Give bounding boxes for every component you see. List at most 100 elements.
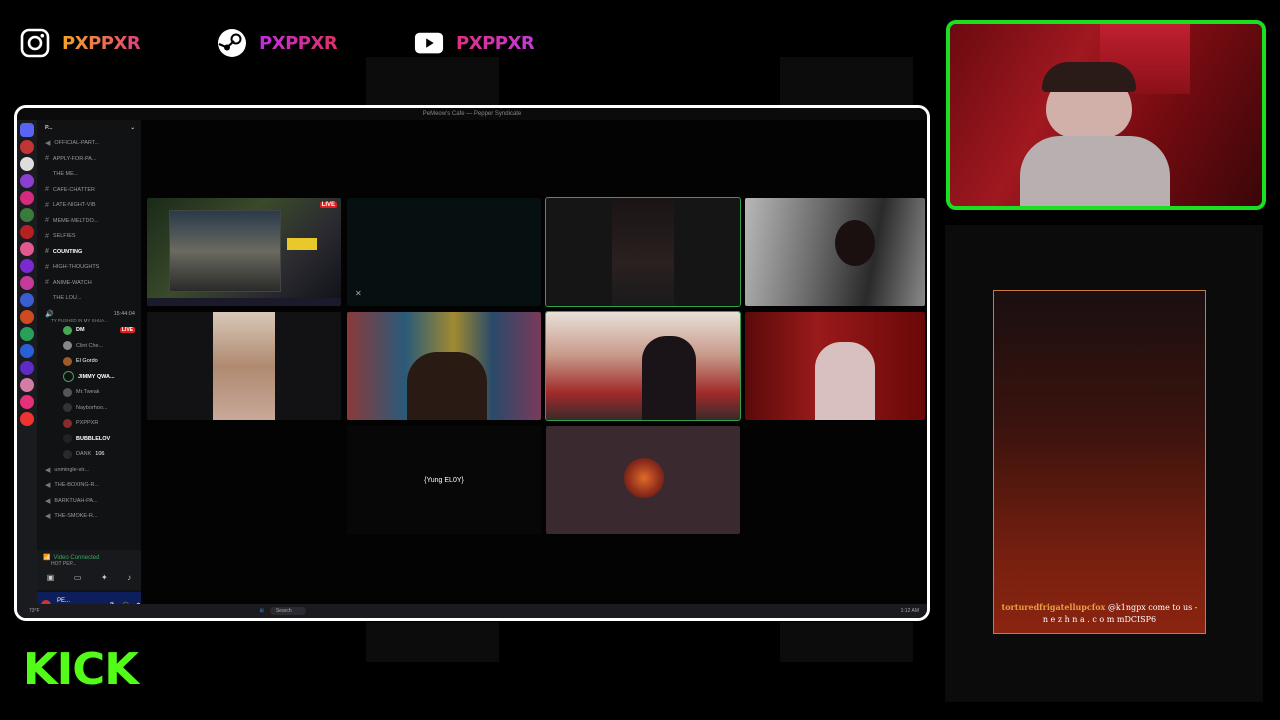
voice-user[interactable]: Nayborhoo... bbox=[37, 400, 141, 416]
speaker-icon: ◀ bbox=[45, 497, 51, 505]
taskbar: 73°F ⊞ Search 1:12 AM bbox=[17, 604, 927, 618]
participant-video bbox=[612, 198, 674, 306]
screen-share-icon[interactable]: ▭ bbox=[74, 573, 82, 582]
video-tile[interactable] bbox=[745, 312, 925, 420]
camera-icon[interactable]: ▣ bbox=[47, 573, 55, 582]
video-tile[interactable] bbox=[147, 312, 341, 420]
clock: 1:12 AM bbox=[900, 608, 919, 614]
stream-overlay bbox=[287, 238, 317, 250]
avatar bbox=[63, 418, 72, 428]
streamer-shirt bbox=[1020, 136, 1170, 206]
video-tile-speaking[interactable] bbox=[545, 311, 741, 421]
channel-item[interactable]: # APPLY-FOR-PA... bbox=[37, 151, 141, 167]
server-icon[interactable] bbox=[20, 191, 34, 205]
chat-overlay: torturedfrigatellupcfox @k1ngpx come to … bbox=[993, 290, 1206, 634]
server-header[interactable]: P... ⌄ bbox=[37, 120, 141, 136]
server-list bbox=[17, 120, 37, 604]
participant-video bbox=[407, 352, 487, 420]
channel-item[interactable]: # CAFE-CHATTER bbox=[37, 182, 141, 198]
avatar bbox=[63, 403, 72, 413]
video-tile-speaking[interactable] bbox=[545, 197, 741, 307]
stream-preview bbox=[169, 210, 281, 292]
channel-category[interactable]: THE LOU... bbox=[37, 291, 141, 307]
server-icon[interactable] bbox=[20, 140, 34, 154]
video-tile[interactable] bbox=[745, 198, 925, 306]
channel-item[interactable]: # HIGH-THOUGHTS bbox=[37, 260, 141, 276]
megaphone-icon: ◀ bbox=[45, 140, 51, 148]
server-icon[interactable] bbox=[20, 293, 34, 307]
voice-user[interactable]: BUBBLELOV bbox=[37, 431, 141, 447]
voice-channel[interactable]: ◀ THE-SMOKE-R... bbox=[37, 509, 141, 525]
server-icon[interactable] bbox=[20, 310, 34, 324]
steam-icon bbox=[217, 28, 247, 58]
speaker-icon: 🔊 bbox=[45, 310, 54, 318]
live-badge: LIVE bbox=[319, 202, 337, 208]
channel-item[interactable]: # SELFIES bbox=[37, 229, 141, 245]
server-icon[interactable] bbox=[20, 395, 34, 409]
participant-video bbox=[835, 220, 875, 266]
voice-channel[interactable]: ◀ THE-BOXING-R... bbox=[37, 478, 141, 494]
server-icon[interactable] bbox=[20, 344, 34, 358]
channel-item[interactable]: ◀ OFFICIAL-PART... bbox=[37, 136, 141, 152]
voice-user[interactable]: DM LIVE bbox=[37, 323, 141, 339]
voice-user[interactable]: Clint Che... bbox=[37, 338, 141, 354]
participant-video bbox=[815, 342, 875, 420]
channel-item[interactable]: # LATE-NIGHT-VIB bbox=[37, 198, 141, 214]
chevron-down-icon[interactable]: ⌄ bbox=[130, 125, 135, 131]
server-icon[interactable] bbox=[20, 412, 34, 426]
voice-subtitle: HOT PEP... bbox=[51, 561, 77, 567]
video-tile[interactable]: {Yung EL0Y} bbox=[347, 426, 541, 534]
channel-category[interactable]: THE ME... bbox=[37, 167, 141, 183]
voice-user-list: DM LIVE Clint Che... El Gordo JIMMY QWA..… bbox=[37, 323, 141, 463]
hash-icon: # bbox=[45, 232, 49, 240]
channel-item[interactable]: # ANIME-WATCH bbox=[37, 275, 141, 291]
mic-muted-icon: ✕ bbox=[355, 289, 362, 298]
voice-user[interactable]: JIMMY QWA... bbox=[37, 369, 141, 385]
voice-user[interactable]: Mr.Tweak bbox=[37, 385, 141, 401]
window-title: PeMeow's Cafe — Pepper Syndicate bbox=[422, 111, 522, 117]
hash-icon: # bbox=[45, 155, 49, 163]
channel-item[interactable]: # MEME-MELTDO... bbox=[37, 213, 141, 229]
social-steam: PXPPXR bbox=[217, 28, 338, 58]
video-grid: LIVE ✕ {Yung EL0Y} bbox=[141, 120, 927, 604]
stream-tile[interactable]: LIVE bbox=[147, 198, 341, 306]
avatar bbox=[63, 387, 72, 397]
channel-sidebar: P... ⌄ ◀ OFFICIAL-PART... # APPLY-FOR-PA..… bbox=[37, 120, 141, 604]
voice-channel[interactable]: ◀ unmingle-str... bbox=[37, 462, 141, 478]
server-icon[interactable] bbox=[20, 242, 34, 256]
activities-icon[interactable]: ✦ bbox=[101, 573, 108, 582]
server-icon[interactable] bbox=[20, 157, 34, 171]
server-icon[interactable] bbox=[20, 259, 34, 273]
video-tile[interactable] bbox=[347, 312, 541, 420]
video-tile[interactable] bbox=[546, 426, 740, 534]
screen-share-frame: PeMeow's Cafe — Pepper Syndicate P... ⌄ … bbox=[14, 105, 930, 621]
server-icon[interactable] bbox=[20, 378, 34, 392]
soundboard-icon[interactable]: ♪ bbox=[127, 573, 131, 582]
avatar bbox=[63, 356, 72, 366]
speaker-icon: ◀ bbox=[45, 482, 51, 490]
voice-status: Video Connected bbox=[53, 554, 100, 561]
server-icon[interactable] bbox=[20, 208, 34, 222]
avatar bbox=[63, 449, 72, 459]
voice-user[interactable]: DANK 106 bbox=[37, 447, 141, 463]
windows-icon[interactable]: ⊞ bbox=[260, 608, 264, 614]
voice-user[interactable]: PXPPXR bbox=[37, 416, 141, 432]
avatar bbox=[63, 325, 72, 335]
voice-channel-list: ◀ unmingle-str... ◀ THE-BOXING-R... ◀ BARKT… bbox=[37, 462, 141, 524]
steam-handle: PXPPXR bbox=[259, 32, 338, 54]
video-tile[interactable]: ✕ bbox=[347, 198, 541, 306]
server-icon[interactable] bbox=[20, 327, 34, 341]
voice-timer: 15:44:04 bbox=[113, 310, 135, 317]
avatar bbox=[63, 341, 72, 351]
channel-item-active[interactable]: # COUNTING bbox=[37, 244, 141, 260]
voice-user[interactable]: El Gordo bbox=[37, 354, 141, 370]
server-icon[interactable] bbox=[20, 174, 34, 188]
discord-home-icon[interactable] bbox=[20, 123, 34, 137]
bg-panel bbox=[780, 57, 913, 105]
kick-logo: KICK bbox=[22, 644, 139, 695]
voice-channel[interactable]: ◀ BARKTUAH-PA... bbox=[37, 493, 141, 509]
server-icon[interactable] bbox=[20, 361, 34, 375]
taskbar-search[interactable]: Search bbox=[269, 607, 306, 615]
server-icon[interactable] bbox=[20, 225, 34, 239]
server-icon[interactable] bbox=[20, 276, 34, 290]
